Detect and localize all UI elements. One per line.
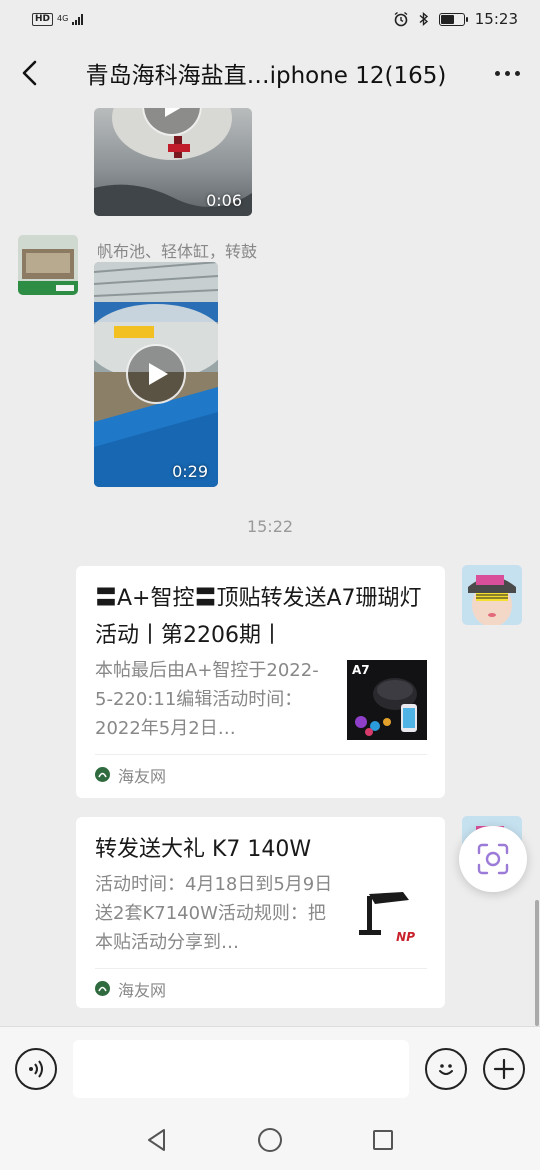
square-recents-icon bbox=[373, 1130, 394, 1150]
card-body: 本帖最后由A+智控于2022-5-220:11编辑活动时间：2022年5月2日…… bbox=[95, 656, 427, 744]
nav-home-button[interactable] bbox=[248, 1118, 292, 1162]
card-thumbnail: A7 bbox=[347, 660, 427, 740]
voice-button[interactable] bbox=[15, 1047, 57, 1090]
link-card-1[interactable]: 〓A+智控〓顶贴转发送A7珊瑚灯活动丨第2206期丨 本帖最后由A+智控于202… bbox=[76, 566, 445, 798]
card-thumbnail: NP bbox=[347, 874, 427, 954]
scan-button[interactable] bbox=[459, 826, 527, 892]
play-icon bbox=[126, 344, 186, 404]
source-logo-icon bbox=[95, 981, 110, 996]
video-message-2[interactable]: 0:29 bbox=[94, 262, 218, 487]
circle-home-icon bbox=[257, 1128, 282, 1152]
chevron-left-icon bbox=[22, 60, 37, 86]
back-button[interactable] bbox=[20, 55, 56, 91]
hd-badge: HD bbox=[32, 12, 54, 26]
message-input[interactable] bbox=[73, 1039, 409, 1098]
bluetooth-icon bbox=[419, 11, 428, 27]
nav-back-button[interactable] bbox=[135, 1118, 179, 1162]
status-time: 15:23 bbox=[474, 10, 518, 28]
system-nav-bar bbox=[0, 1110, 540, 1170]
thumb-label: NP bbox=[396, 930, 415, 944]
card-title: 转发送大礼 K7 140W bbox=[95, 837, 312, 862]
video-message-1[interactable]: 0:06 bbox=[94, 108, 252, 216]
add-button[interactable] bbox=[483, 1047, 525, 1090]
link-card-2[interactable]: 转发送大礼 K7 140W 活动时间：4月18日到5月9日送2套K7140W活动… bbox=[76, 817, 445, 1008]
status-left: HD 4G bbox=[32, 12, 84, 26]
sender-avatar[interactable] bbox=[18, 235, 78, 295]
source-logo-icon bbox=[95, 767, 110, 782]
alarm-icon bbox=[394, 11, 408, 27]
sender-name: 帆布池、轻体缸，转鼓 bbox=[97, 242, 258, 261]
status-right: 15:23 bbox=[393, 10, 518, 28]
card-title: 〓A+智控〓顶贴转发送A7珊瑚灯活动丨第2206期丨 bbox=[95, 586, 422, 648]
voice-icon bbox=[29, 1059, 43, 1078]
my-avatar[interactable] bbox=[462, 565, 522, 625]
more-button[interactable] bbox=[480, 55, 520, 91]
card-source: 海友网 bbox=[95, 968, 427, 1008]
card-description: 活动时间：4月18日到5月9日送2套K7140W活动规则：把本贴活动分享到… bbox=[95, 874, 333, 953]
emoji-icon bbox=[439, 1063, 453, 1075]
status-bar: HD 4G 15:23 bbox=[0, 0, 540, 38]
signal-icon bbox=[72, 13, 84, 25]
card-source: 海友网 bbox=[95, 754, 427, 794]
card-description: 本帖最后由A+智控于2022-5-220:11编辑活动时间：2022年5月2日… bbox=[95, 660, 319, 739]
video-duration: 0:29 bbox=[172, 462, 208, 481]
card-source-name: 海友网 bbox=[118, 766, 167, 786]
nav-recents-button[interactable] bbox=[361, 1118, 405, 1162]
thumb-label: A7 bbox=[352, 663, 370, 677]
video-duration: 0:06 bbox=[206, 191, 242, 210]
more-dots-icon bbox=[495, 70, 500, 76]
scan-icon bbox=[477, 843, 509, 875]
triangle-back-icon bbox=[147, 1129, 165, 1151]
input-bar bbox=[0, 1026, 540, 1110]
battery-icon bbox=[438, 12, 468, 26]
chat-header: 青岛海科海盐直…iphone 12(165) bbox=[0, 38, 540, 108]
card-body: 活动时间：4月18日到5月9日送2套K7140W活动规则：把本贴活动分享到… N… bbox=[95, 870, 427, 958]
scrollbar[interactable] bbox=[535, 900, 539, 1026]
message-timestamp: 15:22 bbox=[246, 517, 294, 536]
plus-icon bbox=[493, 1058, 515, 1079]
emoji-button[interactable] bbox=[425, 1047, 467, 1090]
chat-title: 青岛海科海盐直…iphone 12(165) bbox=[85, 63, 447, 89]
card-source-name: 海友网 bbox=[118, 980, 167, 1000]
network-type: 4G bbox=[57, 14, 69, 23]
chat-area[interactable]: 0:06 帆布池、轻体缸，转鼓 0:29 15:22 〓A+智控〓顶贴转发送A7… bbox=[0, 108, 540, 1026]
